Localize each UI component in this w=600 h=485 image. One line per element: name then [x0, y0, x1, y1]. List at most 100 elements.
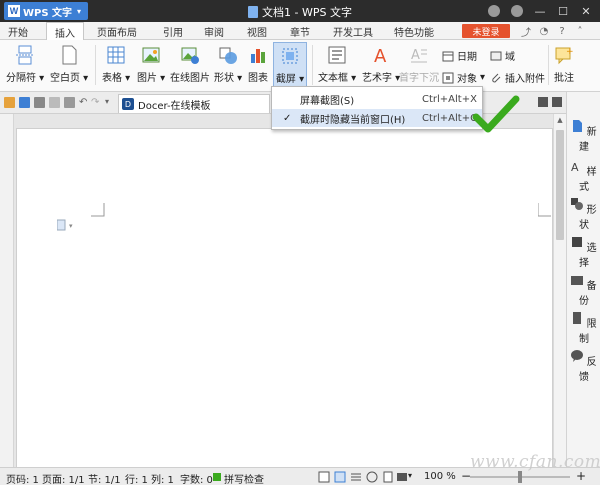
paste-options-icon[interactable]: ▾: [57, 219, 79, 231]
status-word-count[interactable]: 字数: 0: [180, 471, 213, 485]
panel-restrict[interactable]: 限制: [567, 312, 600, 345]
help-circle-icon[interactable]: ?: [556, 25, 568, 37]
scroll-up-icon[interactable]: ▲: [555, 116, 565, 126]
tab-references[interactable]: 引用: [163, 24, 183, 39]
margin-corner-top-left: [91, 203, 105, 217]
online-picture-label: 在线图片: [170, 73, 210, 84]
panel-select[interactable]: 选择: [567, 236, 600, 269]
panel-backup[interactable]: 备份: [567, 274, 600, 307]
menu-item-screen-capture[interactable]: 屏幕截图(S) Ctrl+Alt+X: [272, 90, 482, 108]
title-bar: W WPS 文字 ▾ 文档1 - WPS 文字 — ☐ ✕: [0, 0, 600, 22]
table-icon: [106, 45, 126, 65]
picture-label: 图片: [137, 73, 157, 84]
backup-icon: [571, 276, 584, 285]
tab-page-layout[interactable]: 页面布局: [97, 24, 137, 39]
screenshot-dropdown-menu: 屏幕截图(S) Ctrl+Alt+X ✓ 截屏时隐藏当前窗口(H) Ctrl+A…: [271, 86, 483, 130]
textbox-icon: [327, 45, 347, 65]
maximize-button[interactable]: ☐: [553, 3, 573, 19]
close-button[interactable]: ✕: [576, 3, 596, 19]
view-reading-icon[interactable]: [318, 471, 330, 483]
screenshot-button[interactable]: 截屏 ▾: [273, 42, 307, 88]
shapes-icon: [571, 198, 584, 210]
table-button[interactable]: 表格 ▾: [102, 45, 130, 84]
save-icon[interactable]: [19, 97, 30, 108]
attachment-button[interactable]: 插入附件: [490, 70, 545, 85]
page-break-button[interactable]: 分隔符 ▾: [6, 45, 44, 84]
blank-page-button[interactable]: 空白页 ▾: [50, 45, 88, 84]
panel-styles[interactable]: A 样式: [567, 160, 600, 193]
collapse-ribbon-icon[interactable]: ˄: [574, 25, 586, 37]
window-title: 文档1 - WPS 文字: [248, 4, 352, 20]
feedback-icon: [571, 350, 584, 362]
eye-protect-icon[interactable]: [396, 471, 408, 483]
share-icon[interactable]: ⤴: [520, 25, 532, 39]
tab-view[interactable]: 视图: [247, 24, 267, 39]
tab-home[interactable]: 开始: [8, 24, 28, 39]
undo-icon[interactable]: ↶: [79, 97, 90, 108]
menu-item-hide-window[interactable]: ✓ 截屏时隐藏当前窗口(H) Ctrl+Alt+C: [272, 109, 482, 127]
tab-features[interactable]: 特色功能: [394, 24, 434, 39]
divider: [312, 45, 313, 85]
comment-button[interactable]: + 批注: [554, 45, 574, 84]
object-button[interactable]: 对象 ▾: [442, 70, 485, 85]
view-menu-chevron-icon[interactable]: ▾: [408, 471, 412, 480]
panel-shapes[interactable]: 形状: [567, 198, 600, 231]
shape-icon: [218, 45, 238, 65]
open-icon[interactable]: [4, 97, 15, 108]
date-button[interactable]: 日期: [442, 48, 477, 63]
screenshot-icon: [280, 46, 300, 66]
chart-button[interactable]: 图表: [248, 45, 268, 84]
wordart-button[interactable]: A 艺术字 ▾: [362, 45, 400, 84]
online-picture-button[interactable]: 在线图片: [170, 45, 210, 84]
textbox-button[interactable]: 文本框 ▾: [318, 45, 356, 84]
view-page-icon[interactable]: [334, 471, 346, 483]
spell-check-label[interactable]: 拼写检查: [224, 471, 264, 485]
field-button[interactable]: 域: [490, 48, 515, 63]
status-page-number: 页码: 1: [6, 475, 39, 485]
menu-item-shortcut: Ctrl+Alt+C: [422, 112, 478, 124]
scrollbar-thumb[interactable]: [556, 130, 564, 240]
document-title: 文档1 - WPS 文字: [262, 6, 352, 19]
tab-controls: [538, 97, 562, 107]
restrict-icon: [573, 312, 582, 324]
view-outline-icon[interactable]: [350, 471, 362, 483]
tab-developer[interactable]: 开发工具: [333, 24, 373, 39]
picture-button[interactable]: 图片 ▾: [137, 45, 165, 84]
vertical-scrollbar[interactable]: ▲: [553, 114, 566, 467]
minimize-button[interactable]: —: [530, 3, 550, 19]
print-icon[interactable]: [34, 97, 45, 108]
field-label: 域: [505, 52, 515, 63]
skin-icon[interactable]: [484, 3, 504, 19]
app-menu-button[interactable]: W WPS 文字 ▾: [4, 2, 88, 20]
zoom-slider-thumb[interactable]: [518, 471, 522, 483]
customize-dropdown-icon[interactable]: ▾: [105, 97, 116, 108]
restore-icon[interactable]: [538, 97, 548, 107]
panel-feedback[interactable]: 反馈: [567, 350, 600, 383]
export-icon[interactable]: [64, 97, 75, 108]
redo-icon[interactable]: ↷: [91, 97, 102, 108]
document-page[interactable]: ▾: [16, 128, 553, 467]
page-break-label: 分隔符: [6, 73, 36, 84]
view-web-icon[interactable]: [366, 471, 378, 483]
dropcap-button[interactable]: A 首字下沉: [399, 45, 439, 84]
comment-icon: +: [554, 45, 574, 65]
shape-button[interactable]: 形状 ▾: [214, 45, 242, 84]
tab-section[interactable]: 章节: [290, 24, 310, 39]
panel-new[interactable]: 新建: [567, 120, 600, 153]
menu-item-label: 屏幕截图(S): [300, 95, 355, 107]
status-row: 行: 1: [125, 475, 148, 485]
dropcap-icon: A: [409, 45, 429, 65]
zoom-level[interactable]: 100 %: [424, 471, 456, 482]
view-draft-icon[interactable]: [382, 471, 394, 483]
login-button[interactable]: 未登录: [462, 24, 510, 38]
tab-docer-templates[interactable]: D Docer-在线模板: [118, 94, 270, 113]
bell-icon[interactable]: ◔: [538, 25, 550, 37]
close-tab-icon[interactable]: [552, 97, 562, 107]
svg-text:▾: ▾: [69, 222, 73, 230]
preview-icon[interactable]: [49, 97, 60, 108]
shape-label: 形状: [214, 73, 234, 84]
help-icon[interactable]: [507, 3, 527, 19]
tab-review[interactable]: 审阅: [204, 24, 224, 39]
dropcap-label: 首字下沉: [399, 73, 439, 84]
tab-insert[interactable]: 插入: [46, 22, 84, 41]
